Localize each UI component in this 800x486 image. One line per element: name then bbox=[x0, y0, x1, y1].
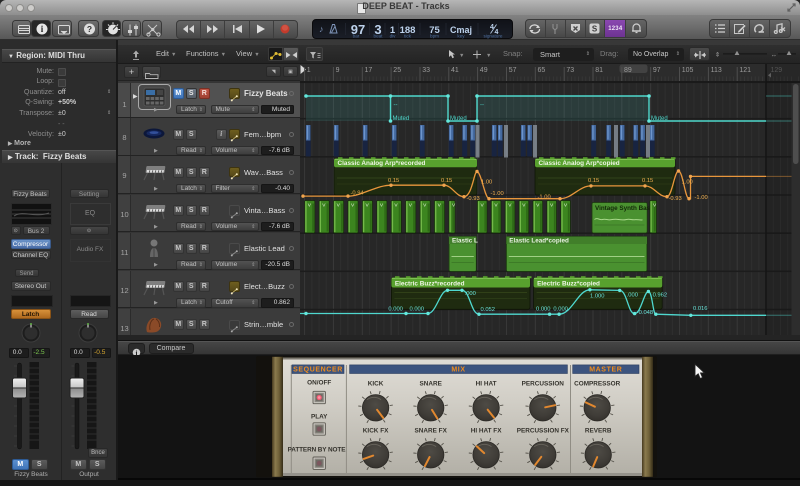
svg-text:Vintage Synth Bas: Vintage Synth Bas bbox=[595, 205, 651, 212]
svg-text:Electric Buzz*recorded: Electric Buzz*recorded bbox=[395, 280, 465, 287]
svg-text:PLAY: PLAY bbox=[311, 414, 328, 421]
svg-text:-0.94: -0.94 bbox=[351, 190, 365, 196]
svg-text:⇕: ⇕ bbox=[715, 52, 720, 59]
svg-text:HI HAT: HI HAT bbox=[476, 381, 497, 388]
svg-text:1.00: 1.00 bbox=[481, 179, 492, 185]
svg-text:♪: ♪ bbox=[319, 24, 324, 34]
svg-text:0.15: 0.15 bbox=[441, 178, 452, 184]
svg-text:0.962: 0.962 bbox=[653, 292, 668, 298]
svg-text:0.15: 0.15 bbox=[642, 178, 653, 184]
svg-text:▼: ▼ bbox=[486, 53, 491, 59]
svg-text:HI HAT FX: HI HAT FX bbox=[471, 428, 503, 435]
svg-text:1.000: 1.000 bbox=[590, 293, 605, 299]
svg-text:SNARE FX: SNARE FX bbox=[415, 428, 448, 435]
svg-text:-1.00: -1.00 bbox=[491, 191, 504, 197]
svg-text:MIX: MIX bbox=[451, 367, 465, 374]
svg-text:bar: bar bbox=[353, 34, 360, 39]
svg-text:beat: beat bbox=[374, 34, 384, 39]
svg-text:0.000: 0.000 bbox=[553, 306, 568, 312]
svg-text:↔: ↔ bbox=[771, 53, 777, 59]
svg-text:div: div bbox=[390, 34, 397, 39]
svg-text:signature: signature bbox=[484, 34, 503, 39]
svg-text:Elastic L: Elastic L bbox=[452, 237, 478, 244]
svg-text:-1.00: -1.00 bbox=[538, 194, 551, 200]
svg-text:tick: tick bbox=[404, 34, 412, 39]
svg-text:0.052: 0.052 bbox=[481, 307, 496, 313]
svg-text:?: ? bbox=[86, 24, 91, 34]
svg-text:ON/OFF: ON/OFF bbox=[307, 380, 331, 387]
svg-text:V: V bbox=[452, 202, 456, 208]
svg-text:▼: ▼ bbox=[459, 53, 464, 59]
svg-text:MASTER: MASTER bbox=[589, 367, 622, 374]
svg-text:-0.048: -0.048 bbox=[637, 309, 653, 315]
svg-text:Elastic Lead*copied: Elastic Lead*copied bbox=[509, 237, 569, 244]
svg-text:0.000: 0.000 bbox=[388, 306, 403, 312]
svg-text:1.00: 1.00 bbox=[682, 179, 693, 185]
svg-text:Classic Analog Arp*copied: Classic Analog Arp*copied bbox=[539, 160, 620, 167]
svg-text:SEQUENCER: SEQUENCER bbox=[293, 367, 343, 374]
svg-text:0.15: 0.15 bbox=[388, 178, 399, 184]
svg-text:0.15: 0.15 bbox=[588, 178, 599, 184]
svg-text:key: key bbox=[457, 34, 465, 39]
svg-text:.000: .000 bbox=[465, 291, 476, 297]
svg-text:REVERB: REVERB bbox=[585, 428, 612, 435]
svg-text:PATTERN BY NOTE: PATTERN BY NOTE bbox=[288, 447, 347, 454]
svg-text:bpm: bpm bbox=[430, 34, 439, 39]
svg-text:KICK FX: KICK FX bbox=[363, 428, 389, 435]
svg-text:4: 4 bbox=[490, 24, 494, 31]
svg-text:Classic Analog Arp*recorded: Classic Analog Arp*recorded bbox=[338, 160, 426, 167]
svg-text:0.000: 0.000 bbox=[410, 306, 425, 312]
svg-text:PERCUSSION: PERCUSSION bbox=[522, 381, 565, 388]
svg-text:COMPRESSOR: COMPRESSOR bbox=[574, 381, 621, 388]
svg-text:-1.00: -1.00 bbox=[695, 195, 708, 201]
svg-text:PERCUSSION FX: PERCUSSION FX bbox=[517, 428, 570, 435]
svg-text:.000: .000 bbox=[627, 292, 638, 298]
svg-text:SNARE: SNARE bbox=[420, 381, 443, 388]
svg-text:0.016: 0.016 bbox=[693, 305, 708, 311]
svg-text:-0.93: -0.93 bbox=[669, 195, 682, 201]
svg-text:S: S bbox=[592, 25, 598, 34]
svg-text:Electric Buzz*copied: Electric Buzz*copied bbox=[537, 280, 600, 287]
svg-text:KICK: KICK bbox=[368, 381, 384, 388]
svg-text:0.000: 0.000 bbox=[536, 306, 551, 312]
